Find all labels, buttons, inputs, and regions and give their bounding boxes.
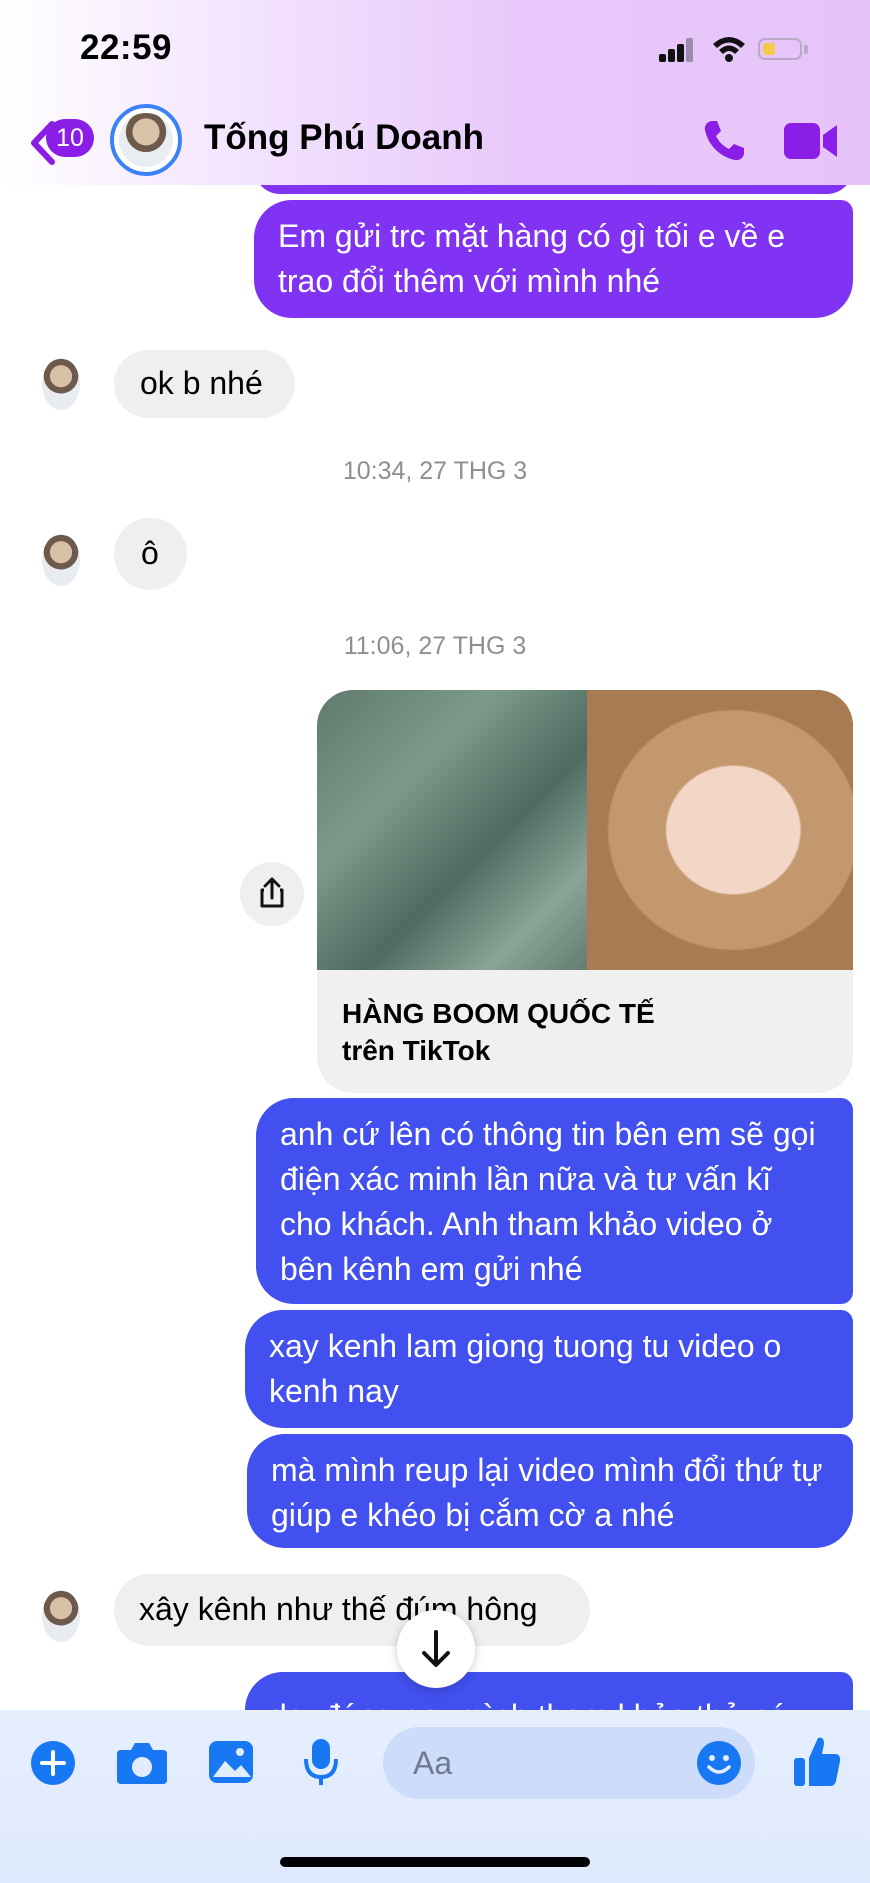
incoming-message[interactable]: ô — [114, 518, 187, 590]
unread-badge[interactable]: 10 — [46, 119, 94, 157]
add-icon[interactable] — [30, 1740, 76, 1786]
contact-name[interactable]: Tống Phú Doanh — [204, 118, 484, 158]
chat-header: 22:59 10 Tống Phú Doanh — [0, 0, 870, 185]
home-indicator — [280, 1857, 590, 1867]
phone-call-icon[interactable] — [700, 117, 748, 165]
incoming-message[interactable]: ok b nhé — [114, 350, 295, 418]
outgoing-message[interactable]: anh cứ lên có thông tin bên em sẽ gọi đi… — [256, 1098, 853, 1304]
sender-avatar[interactable] — [42, 358, 80, 410]
sender-avatar[interactable] — [42, 1590, 80, 1642]
video-call-icon[interactable] — [783, 119, 839, 163]
wifi-icon — [713, 37, 745, 62]
incoming-message[interactable]: xây kênh như thế đúm hông — [114, 1574, 590, 1646]
camera-icon[interactable] — [115, 1740, 169, 1786]
timestamp: 11:06, 27 THG 3 — [343, 632, 527, 660]
timestamp: 10:34, 27 THG 3 — [342, 457, 528, 485]
link-preview-image — [317, 690, 853, 970]
outgoing-message[interactable]: mà mình reup lại video mình đổi thứ tự g… — [247, 1434, 853, 1548]
avatar-photo — [119, 113, 173, 167]
sender-avatar[interactable] — [42, 534, 80, 586]
gallery-icon[interactable] — [207, 1739, 255, 1785]
status-time: 22:59 — [80, 28, 173, 67]
outgoing-message[interactable]: xay kenh lam giong tuong tu video o kenh… — [245, 1310, 853, 1428]
battery-icon — [758, 38, 802, 60]
emoji-icon[interactable] — [696, 1740, 742, 1786]
link-title: HÀNG BOOM QUỐC TẾ — [342, 998, 655, 1029]
arrow-down-icon — [422, 1630, 450, 1667]
contact-avatar[interactable] — [110, 104, 182, 176]
scroll-to-bottom-button[interactable] — [397, 1610, 475, 1688]
link-subtitle: trên TikTok — [342, 1035, 491, 1066]
battery-level — [763, 43, 775, 55]
share-button[interactable] — [240, 862, 304, 926]
message-input-placeholder: Aa — [413, 1745, 453, 1781]
thumbs-up-icon[interactable] — [792, 1734, 842, 1788]
link-preview-card[interactable]: HÀNG BOOM QUỐC TẾ trên TikTok — [317, 690, 853, 1093]
outgoing-message[interactable]: Em gửi trc mặt hàng có gì tối e về e tra… — [254, 200, 853, 318]
microphone-icon[interactable] — [302, 1737, 340, 1787]
preview-photo-person — [587, 690, 853, 970]
share-icon — [260, 877, 284, 908]
battery-tip — [804, 45, 808, 54]
signal-icon — [659, 38, 693, 62]
